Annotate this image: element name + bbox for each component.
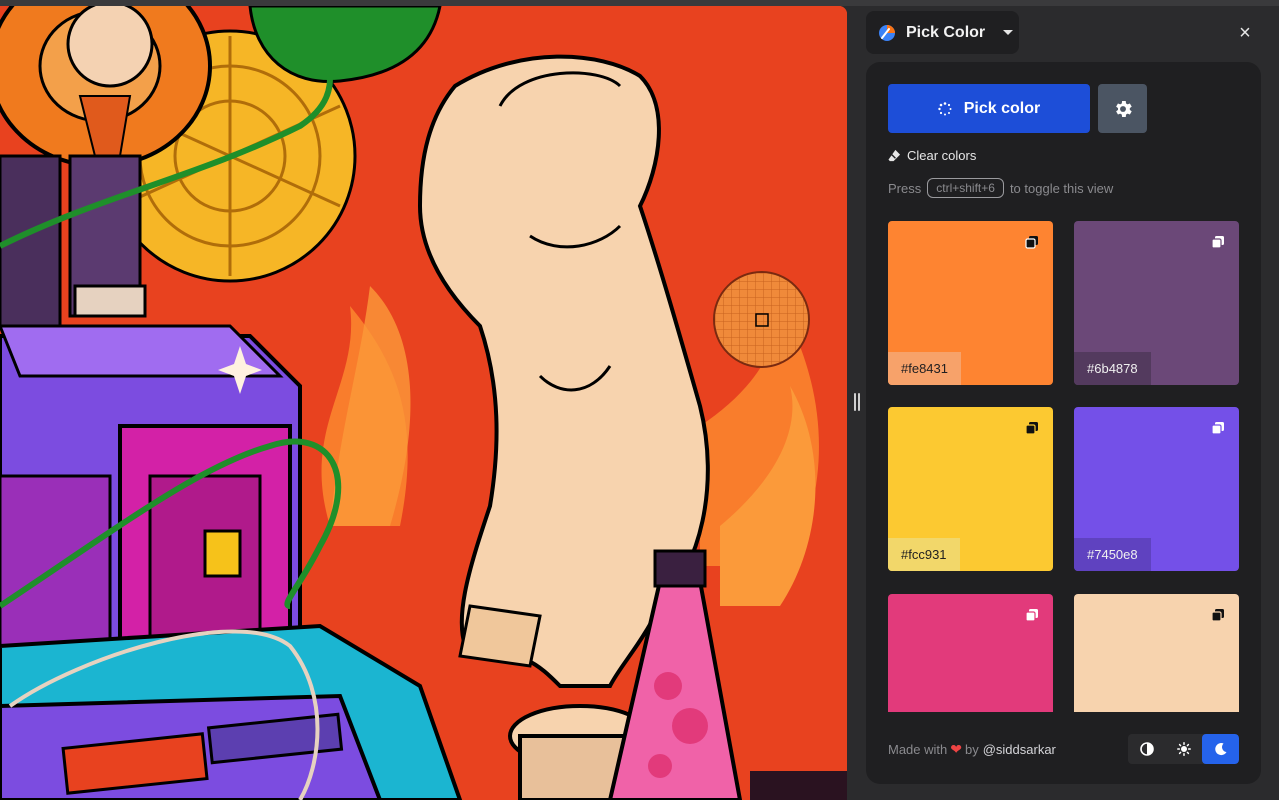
contrast-icon [1139, 742, 1154, 756]
swatch-hex-label: #7450e8 [1074, 538, 1151, 571]
copy-icon[interactable] [1025, 421, 1039, 435]
shortcut-hint: Press ctrl+shift+6 to toggle this view [888, 178, 1113, 198]
moon-icon [1214, 743, 1226, 756]
theme-system-button[interactable] [1128, 734, 1165, 764]
theme-dark-button[interactable] [1202, 734, 1239, 764]
copy-icon[interactable] [1211, 421, 1225, 435]
settings-button[interactable] [1098, 84, 1147, 133]
close-icon: × [1239, 21, 1251, 44]
copy-icon[interactable] [1211, 608, 1225, 622]
panel-title: Pick Color [906, 23, 986, 41]
spinner-icon [938, 101, 952, 115]
theme-switcher [1128, 734, 1239, 764]
pick-color-button[interactable]: Pick color [888, 84, 1090, 133]
copy-icon[interactable] [1025, 235, 1039, 249]
panel-header-dropdown[interactable]: Pick Color [866, 11, 1019, 54]
resize-handle[interactable] [854, 393, 860, 411]
magnifier-grid [715, 273, 808, 366]
panel-footer: Made with ❤ by @siddsarkar [888, 734, 1239, 764]
clear-colors-label: Clear colors [907, 148, 977, 163]
copy-icon[interactable] [1211, 235, 1225, 249]
shortcut-key: ctrl+shift+6 [927, 178, 1004, 198]
color-picker-app-icon [879, 24, 895, 41]
artwork-illustration [0, 6, 847, 800]
made-with-text: Made with [888, 741, 948, 757]
color-swatch[interactable] [888, 594, 1053, 712]
copy-icon[interactable] [1025, 608, 1039, 622]
color-swatch[interactable]: #6b4878 [1074, 221, 1239, 385]
theme-light-button[interactable] [1165, 734, 1202, 764]
color-swatch[interactable]: #fcc931 [888, 407, 1053, 571]
swatch-hex-label: #6b4878 [1074, 352, 1151, 385]
picker-card: Pick color Clear colors Press ctrl+shift… [866, 62, 1261, 784]
swatch-hex-label: #fcc931 [888, 538, 960, 571]
color-swatch[interactable]: #7450e8 [1074, 407, 1239, 571]
hint-prefix: Press [888, 180, 922, 196]
swatch-hex-label: #fe8431 [888, 352, 961, 385]
hint-suffix: to toggle this view [1009, 180, 1114, 196]
pick-color-label: Pick color [963, 99, 1041, 117]
artwork-canvas[interactable] [0, 6, 847, 800]
color-swatch[interactable] [1074, 594, 1239, 712]
heart-icon: ❤ [950, 740, 962, 757]
chevron-down-icon [1003, 30, 1014, 35]
sun-icon [1176, 742, 1191, 756]
author-link[interactable]: @siddsarkar [983, 742, 1056, 757]
color-swatch[interactable]: #fe8431 [888, 221, 1053, 385]
eraser-icon [888, 149, 901, 162]
close-button[interactable]: × [1234, 22, 1256, 44]
magnifier-loupe [713, 271, 810, 368]
swatch-grid[interactable]: #fe8431 #6b4878 #fcc931 #7450e8 [888, 221, 1239, 712]
by-text: by [964, 741, 979, 757]
gear-icon [1115, 100, 1132, 117]
clear-colors-button[interactable]: Clear colors [888, 148, 976, 163]
